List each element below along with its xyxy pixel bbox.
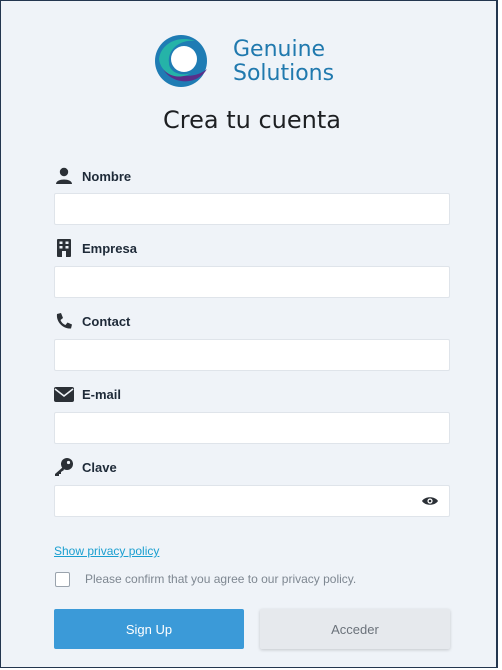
- page-title: Crea tu cuenta: [163, 106, 341, 134]
- empresa-label: Empresa: [54, 238, 137, 258]
- logo-mark-icon: [155, 35, 207, 87]
- brand-name: Genuine Solutions: [233, 38, 334, 86]
- user-icon: [54, 166, 74, 186]
- empresa-label-text: Empresa: [82, 240, 137, 256]
- email-label: E-mail: [54, 384, 121, 404]
- clave-label: Clave: [54, 457, 117, 477]
- privacy-confirm-label: Please confirm that you agree to our pri…: [85, 572, 357, 586]
- email-label-text: E-mail: [82, 386, 122, 402]
- contact-label: Contact: [54, 311, 130, 331]
- privacy-policy-link[interactable]: Show privacy policy: [54, 544, 159, 558]
- nombre-label: Nombre: [54, 166, 131, 186]
- eye-icon[interactable]: [421, 494, 439, 508]
- login-button-label: Acceder: [331, 621, 379, 637]
- brand-line2: Solutions: [233, 61, 335, 86]
- envelope-icon: [54, 384, 74, 404]
- contact-label-text: Contact: [82, 313, 131, 329]
- company-logo: Genuine Solutions: [151, 31, 361, 91]
- nombre-input[interactable]: [54, 193, 450, 225]
- email-input[interactable]: [54, 412, 450, 444]
- brand-line1: Genuine: [233, 37, 326, 62]
- contact-input[interactable]: [54, 339, 450, 371]
- login-button[interactable]: Acceder: [260, 609, 450, 649]
- clave-input[interactable]: [54, 485, 450, 517]
- nombre-label-text: Nombre: [82, 168, 132, 184]
- signup-panel: Genuine Solutions Crea tu cuenta Nombre …: [0, 0, 498, 668]
- phone-icon: [54, 311, 74, 331]
- privacy-checkbox[interactable]: [55, 572, 70, 587]
- signup-button[interactable]: Sign Up: [54, 609, 244, 649]
- clave-label-text: Clave: [82, 459, 117, 475]
- building-icon: [54, 238, 74, 258]
- empresa-input[interactable]: [54, 266, 450, 298]
- key-icon: [54, 457, 74, 477]
- signup-button-label: Sign Up: [125, 621, 173, 637]
